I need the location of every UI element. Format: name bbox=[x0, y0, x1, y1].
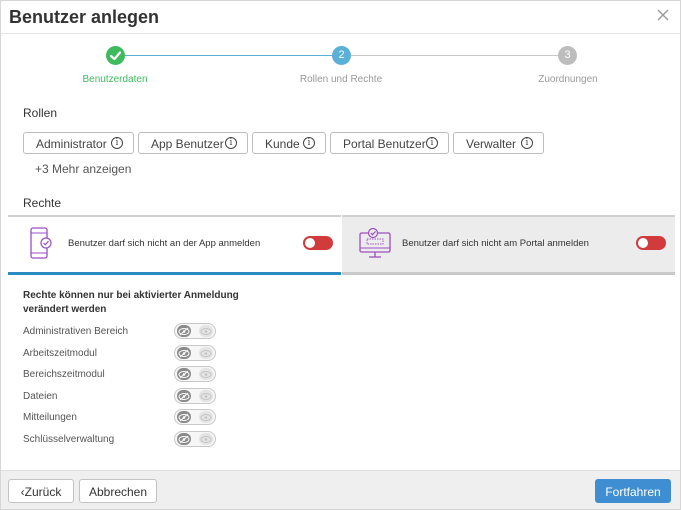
continue-button[interactable]: Fortfahren bbox=[595, 479, 671, 503]
eye-icon bbox=[200, 371, 212, 378]
tab-app-login-label: Benutzer darf sich nicht an der App anme… bbox=[68, 238, 261, 249]
show-more-roles-link[interactable]: +3 Mehr anzeigen bbox=[35, 162, 131, 176]
info-icon[interactable]: i bbox=[521, 137, 533, 149]
eye-icon bbox=[200, 393, 212, 400]
rights-hint-text: Rechte können nur bei aktivierter Anmeld… bbox=[23, 289, 243, 317]
permission-label: Administrativen Bereich bbox=[23, 326, 129, 337]
permission-toggle-administrativen-bereich[interactable] bbox=[174, 323, 216, 339]
eye-slash-icon bbox=[178, 327, 190, 336]
permission-toggle-schluesselverwaltung[interactable] bbox=[174, 431, 216, 447]
rights-hint-line-2: verändert werden bbox=[23, 304, 107, 315]
permission-toggle-mitteilungen[interactable] bbox=[174, 409, 216, 425]
step-3-label: Zuordnungen bbox=[538, 74, 598, 85]
role-chip-label: Portal Benutzer bbox=[343, 137, 426, 151]
role-chip-label: Kunde bbox=[265, 137, 300, 151]
role-chip-verwalter[interactable]: Verwalter i bbox=[453, 132, 544, 154]
eye-slash-icon bbox=[178, 349, 190, 358]
eye-slash-icon bbox=[178, 392, 190, 401]
step-2-label: Rollen und Rechte bbox=[299, 74, 383, 85]
roles-heading: Rollen bbox=[23, 106, 58, 120]
info-icon[interactable]: i bbox=[426, 137, 438, 149]
eye-slash-icon bbox=[178, 435, 190, 444]
permission-label: Mitteilungen bbox=[23, 412, 77, 423]
step-2-circle[interactable]: 2 bbox=[332, 46, 351, 65]
eye-icon bbox=[200, 328, 212, 335]
tab-app-login[interactable]: Benutzer darf sich nicht an der App anme… bbox=[8, 215, 341, 275]
wizard-stepper: 2 3 Benutzerdaten Rollen und Rechte Zuor… bbox=[1, 45, 680, 89]
step-1-circle[interactable] bbox=[106, 46, 125, 65]
role-chip-kunde[interactable]: Kunde i bbox=[252, 132, 326, 154]
tab-portal-login[interactable]: Benutzer darf sich nicht am Portal anmel… bbox=[342, 215, 675, 275]
eye-icon bbox=[200, 436, 212, 443]
inactive-tab-underline bbox=[342, 272, 675, 275]
back-button[interactable]: ‹Zurück bbox=[8, 479, 74, 503]
create-user-dialog: Benutzer anlegen 2 3 Benutzerdaten Rolle… bbox=[0, 0, 681, 510]
permission-label: Schlüsselverwaltung bbox=[23, 434, 115, 445]
info-icon[interactable]: i bbox=[303, 137, 315, 149]
permission-toggle-arbeitszeitmodul[interactable] bbox=[174, 345, 216, 361]
rights-hint-line-1: Rechte können nur bei aktivierter Anmeld… bbox=[23, 290, 239, 301]
portal-login-toggle[interactable] bbox=[636, 236, 666, 250]
active-tab-underline bbox=[8, 272, 341, 275]
permission-label: Arbeitszeitmodul bbox=[23, 348, 97, 359]
dialog-footer: ‹Zurück Abbrechen Fortfahren bbox=[1, 470, 680, 509]
checkmark-icon bbox=[109, 51, 122, 61]
step-3-circle[interactable]: 3 bbox=[558, 46, 577, 65]
step-1-label: Benutzerdaten bbox=[82, 74, 148, 85]
role-chip-label: App Benutzer bbox=[151, 137, 224, 151]
cancel-button[interactable]: Abbrechen bbox=[79, 479, 157, 503]
permission-label: Bereichszeitmodul bbox=[23, 369, 105, 380]
rights-heading: Rechte bbox=[23, 196, 62, 210]
stepper-line-2 bbox=[351, 55, 559, 56]
eye-icon bbox=[200, 350, 212, 357]
monitor-icon bbox=[359, 227, 391, 258]
dialog-header: Benutzer anlegen bbox=[1, 1, 680, 34]
info-icon[interactable]: i bbox=[225, 137, 237, 149]
role-chip-administrator[interactable]: Administrator i bbox=[23, 132, 134, 154]
role-chip-app-benutzer[interactable]: App Benutzer i bbox=[138, 132, 248, 154]
info-icon[interactable]: i bbox=[111, 137, 123, 149]
role-chip-portal-benutzer[interactable]: Portal Benutzer i bbox=[330, 132, 449, 154]
permission-toggle-bereichszeitmodul[interactable] bbox=[174, 366, 216, 382]
permission-label: Dateien bbox=[23, 391, 58, 402]
permission-toggle-dateien[interactable] bbox=[174, 388, 216, 404]
app-login-toggle[interactable] bbox=[303, 236, 333, 250]
back-button-label: Zurück bbox=[24, 485, 62, 499]
close-icon[interactable] bbox=[656, 8, 670, 22]
eye-icon bbox=[200, 414, 212, 421]
dialog-title: Benutzer anlegen bbox=[9, 7, 160, 27]
smartphone-icon bbox=[30, 227, 52, 259]
eye-slash-icon bbox=[178, 370, 190, 379]
role-chip-label: Verwalter bbox=[466, 137, 517, 151]
role-chip-label: Administrator bbox=[36, 137, 107, 151]
eye-slash-icon bbox=[178, 413, 190, 422]
stepper-line-1 bbox=[125, 55, 333, 56]
tab-portal-login-label: Benutzer darf sich nicht am Portal anmel… bbox=[402, 238, 589, 249]
